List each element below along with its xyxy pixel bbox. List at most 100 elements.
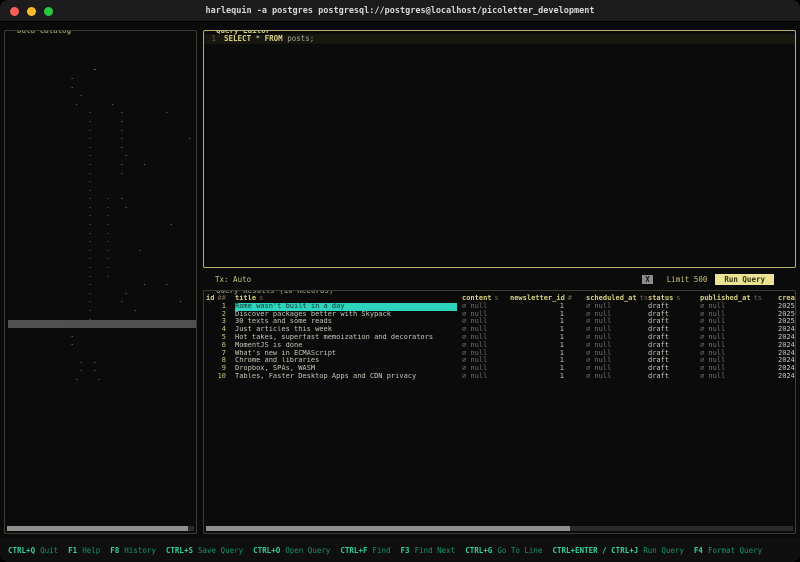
cell-title[interactable]: Chrome and libraries <box>235 357 457 365</box>
catalog-tree-item[interactable]: ├─▶ active_storage_blobst <box>8 122 196 131</box>
catalog-tree-item[interactable]: ├─▶ active_storage_variant_recordst <box>8 131 196 140</box>
cell-created-at[interactable]: 2024 <box>778 342 795 350</box>
limit-checkbox[interactable]: X <box>642 275 653 284</box>
catalog-tree-item[interactable]: pico_letter_testdb <box>8 79 196 88</box>
catalog-tree-item[interactable]: ├─▶ action_text_rich_textst <box>8 105 196 114</box>
scrollbar-thumb[interactable] <box>7 526 188 531</box>
query-editor-panel[interactable]: Query Editor 1 SELECT * FROM posts; <box>203 30 796 268</box>
cell-title[interactable]: Rome wasn't built in a day <box>235 303 457 311</box>
catalog-tree-item[interactable]: ├─▶ newsletterst <box>8 174 196 183</box>
catalog-tree-item[interactable]: pico_letter_developmentdb <box>8 70 196 79</box>
minimize-window-button[interactable] <box>27 7 36 16</box>
column-header-created-at[interactable]: crea <box>778 295 795 303</box>
cell-title[interactable]: Dropbox, SPAs, WASM <box>235 365 457 373</box>
catalog-tree-item[interactable]: chatwoot_devdb <box>8 36 196 45</box>
catalog-tree-item[interactable]: picoletter_test_queuedb <box>8 337 196 346</box>
cell-newsletter-id[interactable]: 1 <box>510 311 576 319</box>
catalog-tree-item[interactable]: robinai_devdb <box>8 354 196 363</box>
cell-title[interactable]: What's new in ECMAScript <box>235 350 457 358</box>
editor-current-line[interactable]: 1 SELECT * FROM posts; <box>204 34 795 44</box>
table-row[interactable]: 10 Tables, Faster Desktop Apps and CDN p… <box>206 373 795 381</box>
catalog-tree-item[interactable]: postgresdb <box>8 345 196 354</box>
catalog-tree-item[interactable]: shivammishradb <box>8 371 196 380</box>
catalog-tree-item[interactable]: │ └─ slugs <box>8 268 196 277</box>
cell-title[interactable]: MomentJS is done <box>235 342 457 350</box>
cell-newsletter-id[interactable]: 1 <box>510 334 576 342</box>
catalog-tree-item[interactable]: ├─▶ domainst <box>8 148 196 157</box>
catalog-tree-item[interactable]: │ ├─ created_atts <box>8 251 196 260</box>
footer-shortcut[interactable]: CTRL+OOpen Query <box>253 546 330 555</box>
zoom-window-button[interactable] <box>44 7 53 16</box>
cell-created-at[interactable]: 2024 <box>778 365 795 373</box>
sql-code[interactable]: SELECT * FROM posts; <box>224 34 314 44</box>
results-horizontal-scrollbar[interactable] <box>206 526 793 531</box>
cell-scheduled-at[interactable]: ∅ null <box>576 373 648 381</box>
cell-title[interactable]: Just articles this week <box>235 326 457 334</box>
catalog-tree-item[interactable]: │ ├─ titles <box>8 199 196 208</box>
footer-shortcut[interactable]: F3Find Next <box>401 546 456 555</box>
cell-title[interactable]: Hot takes, superfast memoization and dec… <box>235 334 457 342</box>
catalog-tree-item[interactable]: picoletter_testdb <box>8 328 196 337</box>
cell-title[interactable]: Tables, Faster Desktop Apps and CDN priv… <box>235 373 457 381</box>
cell-created-at[interactable]: 2024 <box>778 350 795 358</box>
cell-created-at[interactable]: 2025 <box>778 318 795 326</box>
footer-shortcut[interactable]: F8History <box>110 546 156 555</box>
catalog-tree-item[interactable]: noto-djangodb <box>8 62 196 71</box>
footer-shortcut[interactable]: CTRL+SSave Query <box>166 546 243 555</box>
run-query-button[interactable]: Run Query <box>715 274 774 285</box>
cell-newsletter-id[interactable]: 1 <box>510 318 576 326</box>
catalog-tree-item[interactable]: │ ├─ id## <box>8 191 196 200</box>
catalog-tree-item[interactable]: ├─▶ email_clickst <box>8 156 196 165</box>
cell-created-at[interactable]: 2024 <box>778 357 795 365</box>
catalog-tree-item[interactable]: robinai_testdb <box>8 363 196 372</box>
cell-title[interactable]: 30 texts and some reads <box>235 318 457 326</box>
catalog-tree-item[interactable]: ├─▶ solid_cache_entriest <box>8 294 196 303</box>
limit-input[interactable]: Limit 500 <box>667 275 708 284</box>
cell-newsletter-id[interactable]: 1 <box>510 326 576 334</box>
cell-created-at[interactable]: 2025 <box>778 311 795 319</box>
cell-newsletter-id[interactable]: 1 <box>510 303 576 311</box>
cell-created-at[interactable]: 2024 <box>778 373 795 381</box>
catalog-tree-item[interactable]: │ ├─ updated_atts <box>8 259 196 268</box>
footer-shortcut[interactable]: CTRL+ENTER / CTRL+JRun Query <box>552 546 683 555</box>
catalog-tree-item[interactable]: ├─▼ postst <box>8 182 196 191</box>
catalog-tree-item[interactable]: ├─▶ schema_migrationst <box>8 277 196 286</box>
cell-newsletter-id[interactable]: 1 <box>510 350 576 358</box>
catalog-tree-item[interactable]: ├─▶ emailst <box>8 165 196 174</box>
column-header-title[interactable]: titles <box>235 295 457 303</box>
cell-title[interactable]: Discover packages better with Skypack <box>235 311 457 319</box>
footer-shortcut[interactable]: CTRL+QQuit <box>8 546 58 555</box>
cell-created-at[interactable]: 2025 <box>778 303 795 311</box>
catalog-tree-item[interactable]: ▼ picoletter_developmentdb <box>8 88 196 97</box>
catalog-tree-item[interactable]: picoletter_development_queuedb <box>8 320 196 329</box>
catalog-tree-item[interactable]: │ ├─ scheduled_atts <box>8 225 196 234</box>
catalog-tree-item[interactable]: ├─▶ ar_internal_metadatat <box>8 139 196 148</box>
footer-shortcut[interactable]: CTRL+GGo To Line <box>465 546 542 555</box>
close-window-button[interactable] <box>10 7 19 16</box>
catalog-tree-item[interactable]: │ ├─ statuss <box>8 234 196 243</box>
transaction-mode-toggle[interactable]: Tx: Auto <box>215 275 251 284</box>
cell-newsletter-id[interactable]: 1 <box>510 342 576 350</box>
cell-status[interactable]: draft <box>648 373 692 381</box>
column-header-newsletter-id[interactable]: newsletter_id# <box>510 295 576 303</box>
catalog-tree-item[interactable]: chatwoot_testdb <box>8 45 196 54</box>
cell-published-at[interactable]: ∅ null <box>692 373 778 381</box>
catalog-tree-item[interactable]: │ ├─ contents <box>8 208 196 217</box>
cell-created-at[interactable]: 2024 <box>778 326 795 334</box>
scrollbar-thumb[interactable] <box>206 526 570 531</box>
catalog-tree-item[interactable]: ├─▶ subscriberst <box>8 302 196 311</box>
cell-content[interactable]: ∅ null <box>462 373 510 381</box>
footer-shortcut[interactable]: F1Help <box>68 546 100 555</box>
cell-newsletter-id[interactable]: 1 <box>510 357 576 365</box>
catalog-tree-item[interactable]: │ ├─ newsletter_id# <box>8 216 196 225</box>
catalog-tree-item[interactable]: maybe_devdb <box>8 53 196 62</box>
catalog-tree-item[interactable]: │ ├─ published_atts <box>8 242 196 251</box>
cell-newsletter-id[interactable]: 1 <box>510 373 576 381</box>
catalog-horizontal-scrollbar[interactable] <box>7 526 194 531</box>
catalog-tree-item[interactable]: ├─▶ active_storage_attachmentst <box>8 113 196 122</box>
cell-id[interactable]: 10 <box>206 373 226 381</box>
footer-shortcut[interactable]: CTRL+FFind <box>340 546 390 555</box>
footer-shortcut[interactable]: F4Format Query <box>694 546 762 555</box>
catalog-tree-item[interactable]: ├─▶ sessionst <box>8 285 196 294</box>
cell-newsletter-id[interactable]: 1 <box>510 365 576 373</box>
